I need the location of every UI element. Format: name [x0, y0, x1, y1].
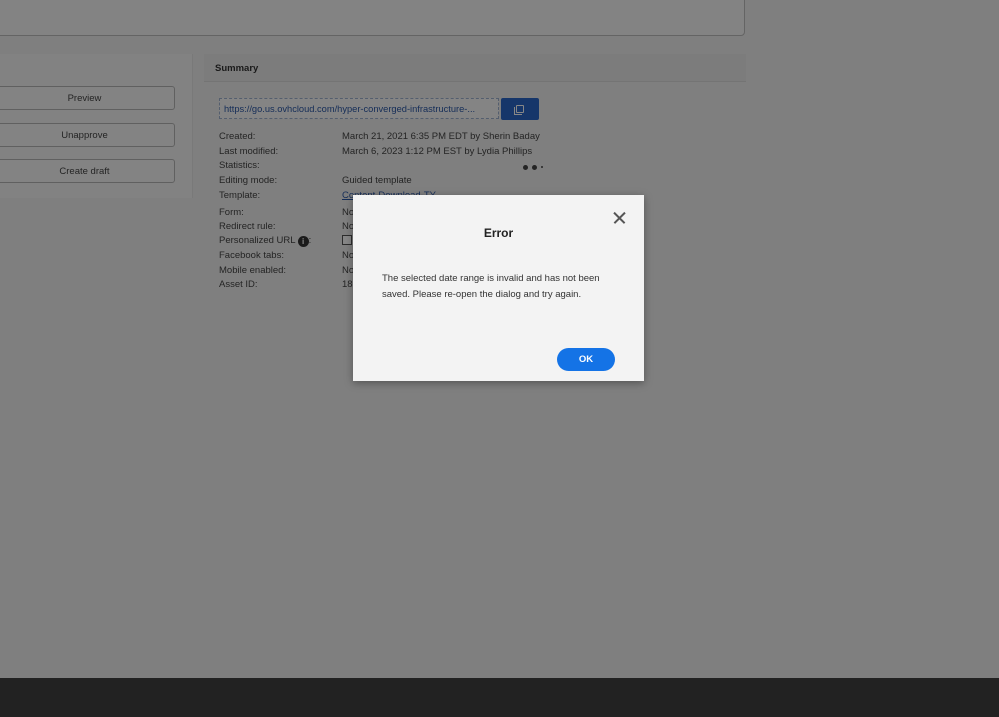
close-icon[interactable]	[611, 209, 628, 226]
error-dialog: Error The selected date range is invalid…	[353, 195, 644, 381]
dialog-message: The selected date range is invalid and h…	[382, 273, 600, 300]
dialog-title: Error	[483, 226, 514, 240]
ok-button[interactable]: OK	[557, 348, 615, 371]
footer-bar	[0, 678, 999, 717]
